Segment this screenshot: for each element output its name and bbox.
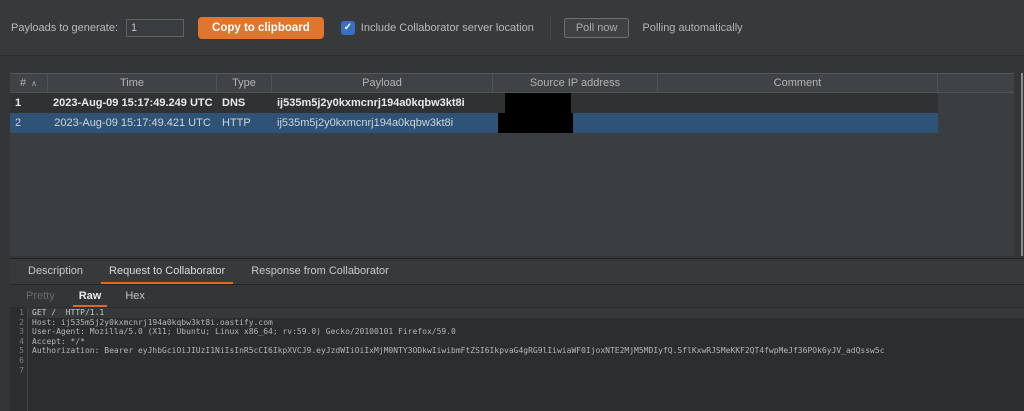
row-time: 2023-Aug-09 15:17:49.421 UTC: [54, 117, 211, 129]
tab-hex[interactable]: Hex: [119, 286, 151, 307]
row-type: HTTP: [222, 117, 251, 129]
request-editor-content: GET / HTTP/1.1 Host: ij535m5j2y0kxmcnrj1…: [28, 307, 1024, 411]
column-header-type[interactable]: Type: [217, 74, 272, 92]
column-header-source-ip[interactable]: Source IP address: [493, 74, 658, 92]
request-line: GET / HTTP/1.1: [28, 308, 1024, 318]
line-number: 3: [19, 327, 24, 337]
column-header-comment[interactable]: Comment: [658, 74, 938, 92]
row-time: 2023-Aug-09 15:17:49.249 UTC: [53, 97, 213, 109]
request-line: Accept: */*: [32, 336, 85, 346]
redacted-source-ip: [498, 113, 573, 133]
tab-pretty[interactable]: Pretty: [20, 286, 61, 307]
detail-tab-bar: Description Request to Collaborator Resp…: [10, 258, 1024, 285]
request-line: [28, 356, 1024, 366]
column-header-payload[interactable]: Payload: [272, 74, 493, 92]
payloads-count-input[interactable]: [126, 18, 185, 37]
line-number: 2: [19, 317, 24, 327]
row-payload: ij535m5j2y0kxmcnrj194a0kqbw3kt8i: [277, 117, 454, 129]
tab-description[interactable]: Description: [20, 259, 91, 284]
line-number: 6: [19, 355, 24, 365]
table-row[interactable]: 1 2023-Aug-09 15:17:49.249 UTC DNS ij535…: [10, 93, 938, 113]
payloads-to-generate-label: Payloads to generate:: [11, 21, 119, 34]
sort-ascending-icon: ∧: [31, 78, 37, 88]
request-editor[interactable]: 1 2 3 4 5 6 7 GET / HTTP/1.1 Host: ij535…: [10, 307, 1024, 411]
interactions-table: # ∧ Time Type Payload Source IP address …: [10, 73, 1014, 256]
include-location-label[interactable]: Include Collaborator server location: [361, 22, 534, 34]
tab-response-from-collaborator[interactable]: Response from Collaborator: [243, 259, 397, 284]
table-scrollbar[interactable]: [1021, 73, 1023, 256]
request-line: [28, 366, 1024, 376]
row-number: 1: [15, 97, 22, 109]
poll-now-button[interactable]: Poll now: [563, 17, 630, 38]
row-source-ip: [493, 93, 658, 113]
toolbar-divider: [549, 14, 551, 41]
request-line: Authorization: Bearer eyJhbGciOiJIUzI1Ni…: [32, 346, 885, 356]
line-number: 4: [19, 336, 24, 346]
row-number: 2: [15, 117, 22, 129]
table-header-row: # ∧ Time Type Payload Source IP address …: [10, 73, 1014, 93]
row-source-ip: [493, 113, 658, 133]
column-header-time[interactable]: Time: [48, 74, 217, 92]
polling-status-text: Polling automatically: [642, 21, 743, 34]
line-number: 5: [19, 346, 24, 356]
editor-mode-tab-bar: Pretty Raw Hex: [10, 286, 1024, 307]
table-row[interactable]: 2 2023-Aug-09 15:17:49.421 UTC HTTP ij53…: [10, 113, 938, 133]
tab-request-to-collaborator[interactable]: Request to Collaborator: [101, 259, 234, 284]
row-comment: [658, 113, 938, 133]
request-line: Host: ij535m5j2y0kxmcnrj194a0kqbw3kt8i.o…: [32, 317, 273, 327]
checkmark-icon: ✓: [343, 22, 352, 33]
tab-raw[interactable]: Raw: [72, 286, 108, 307]
row-type: DNS: [222, 97, 246, 109]
line-number: 7: [19, 365, 24, 375]
line-number-gutter: 1 2 3 4 5 6 7: [10, 307, 28, 411]
redacted-source-ip: [505, 93, 571, 113]
column-header-spacer: [938, 74, 1014, 92]
copy-to-clipboard-button[interactable]: Copy to clipboard: [198, 16, 324, 39]
row-payload: ij535m5j2y0kxmcnrj194a0kqbw3kt8i: [277, 97, 465, 109]
collaborator-toolbar: Payloads to generate: Copy to clipboard …: [0, 0, 1024, 56]
request-line: User-Agent: Mozilla/5.0 (X11; Ubuntu; Li…: [32, 327, 456, 337]
row-comment: [658, 93, 938, 113]
column-header-number[interactable]: # ∧: [10, 74, 48, 92]
include-location-checkbox[interactable]: ✓: [340, 20, 355, 35]
line-number: 1: [19, 308, 24, 317]
